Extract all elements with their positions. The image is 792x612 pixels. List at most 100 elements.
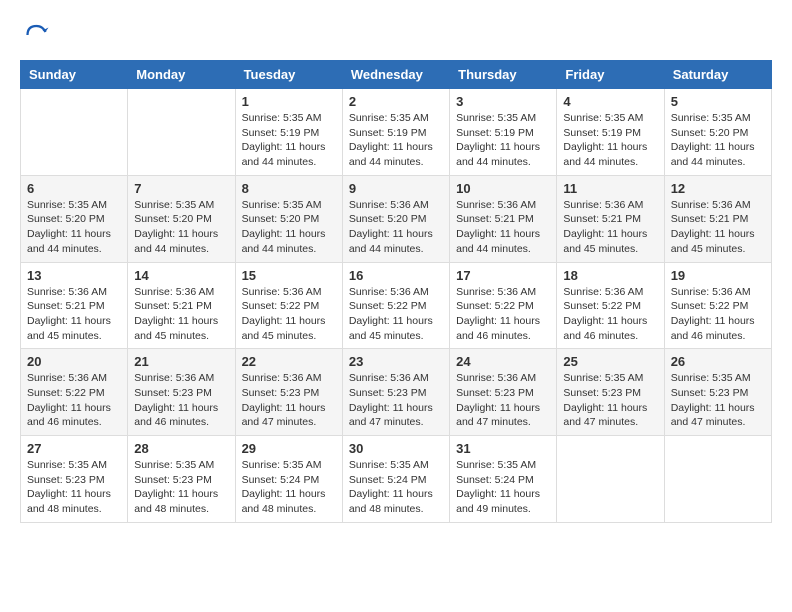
day-info: Sunrise: 5:35 AM Sunset: 5:23 PM Dayligh… [134,458,228,517]
calendar-week-row: 6 Sunrise: 5:35 AM Sunset: 5:20 PM Daylig… [21,175,772,262]
calendar-cell: 8 Sunrise: 5:35 AM Sunset: 5:20 PM Daylig… [235,175,342,262]
day-info: Sunrise: 5:36 AM Sunset: 5:23 PM Dayligh… [134,371,228,430]
calendar-cell: 28 Sunrise: 5:35 AM Sunset: 5:23 PM Dayli… [128,436,235,523]
day-number: 6 [27,181,121,196]
day-number: 12 [671,181,765,196]
day-number: 1 [242,94,336,109]
day-info: Sunrise: 5:36 AM Sunset: 5:22 PM Dayligh… [671,285,765,344]
day-number: 18 [563,268,657,283]
weekday-header-wednesday: Wednesday [342,61,449,89]
calendar-cell: 9 Sunrise: 5:36 AM Sunset: 5:20 PM Daylig… [342,175,449,262]
page-header [20,20,772,50]
calendar-cell: 6 Sunrise: 5:35 AM Sunset: 5:20 PM Daylig… [21,175,128,262]
day-info: Sunrise: 5:35 AM Sunset: 5:23 PM Dayligh… [27,458,121,517]
weekday-header-friday: Friday [557,61,664,89]
day-info: Sunrise: 5:35 AM Sunset: 5:24 PM Dayligh… [456,458,550,517]
day-info: Sunrise: 5:35 AM Sunset: 5:19 PM Dayligh… [242,111,336,170]
logo [20,20,54,50]
calendar-header-row: SundayMondayTuesdayWednesdayThursdayFrid… [21,61,772,89]
day-info: Sunrise: 5:36 AM Sunset: 5:21 PM Dayligh… [456,198,550,257]
day-number: 11 [563,181,657,196]
calendar-cell: 18 Sunrise: 5:36 AM Sunset: 5:22 PM Dayli… [557,262,664,349]
day-info: Sunrise: 5:36 AM Sunset: 5:21 PM Dayligh… [27,285,121,344]
calendar-cell: 21 Sunrise: 5:36 AM Sunset: 5:23 PM Dayli… [128,349,235,436]
day-number: 17 [456,268,550,283]
day-number: 16 [349,268,443,283]
calendar-cell: 13 Sunrise: 5:36 AM Sunset: 5:21 PM Dayli… [21,262,128,349]
day-info: Sunrise: 5:35 AM Sunset: 5:20 PM Dayligh… [134,198,228,257]
day-number: 14 [134,268,228,283]
day-info: Sunrise: 5:36 AM Sunset: 5:22 PM Dayligh… [349,285,443,344]
calendar-cell [557,436,664,523]
day-info: Sunrise: 5:35 AM Sunset: 5:19 PM Dayligh… [349,111,443,170]
day-number: 9 [349,181,443,196]
weekday-header-monday: Monday [128,61,235,89]
day-info: Sunrise: 5:36 AM Sunset: 5:23 PM Dayligh… [349,371,443,430]
day-info: Sunrise: 5:36 AM Sunset: 5:22 PM Dayligh… [456,285,550,344]
day-info: Sunrise: 5:35 AM Sunset: 5:19 PM Dayligh… [563,111,657,170]
calendar-week-row: 20Sunrise: 5:36 AM Sunset: 5:22 PM Dayli… [21,349,772,436]
weekday-header-saturday: Saturday [664,61,771,89]
calendar-cell: 3Sunrise: 5:35 AM Sunset: 5:19 PM Daylig… [450,89,557,176]
calendar-cell: 2 Sunrise: 5:35 AM Sunset: 5:19 PM Daylig… [342,89,449,176]
day-number: 2 [349,94,443,109]
calendar-cell: 4 Sunrise: 5:35 AM Sunset: 5:19 PM Daylig… [557,89,664,176]
weekday-header-thursday: Thursday [450,61,557,89]
day-number: 19 [671,268,765,283]
day-number: 22 [242,354,336,369]
day-info: Sunrise: 5:35 AM Sunset: 5:20 PM Dayligh… [27,198,121,257]
weekday-header-tuesday: Tuesday [235,61,342,89]
calendar-cell: 16 Sunrise: 5:36 AM Sunset: 5:22 PM Dayli… [342,262,449,349]
calendar-cell: 22Sunrise: 5:36 AM Sunset: 5:23 PM Dayli… [235,349,342,436]
day-number: 27 [27,441,121,456]
day-number: 20 [27,354,121,369]
calendar-cell: 19 Sunrise: 5:36 AM Sunset: 5:22 PM Dayli… [664,262,771,349]
calendar-cell: 31Sunrise: 5:35 AM Sunset: 5:24 PM Dayli… [450,436,557,523]
weekday-header-sunday: Sunday [21,61,128,89]
calendar-cell [128,89,235,176]
day-info: Sunrise: 5:36 AM Sunset: 5:21 PM Dayligh… [134,285,228,344]
day-info: Sunrise: 5:35 AM Sunset: 5:20 PM Dayligh… [671,111,765,170]
calendar-cell: 26Sunrise: 5:35 AM Sunset: 5:23 PM Dayli… [664,349,771,436]
calendar-cell: 14 Sunrise: 5:36 AM Sunset: 5:21 PM Dayli… [128,262,235,349]
day-info: Sunrise: 5:36 AM Sunset: 5:22 PM Dayligh… [563,285,657,344]
day-info: Sunrise: 5:35 AM Sunset: 5:24 PM Dayligh… [242,458,336,517]
calendar-week-row: 27 Sunrise: 5:35 AM Sunset: 5:23 PM Dayli… [21,436,772,523]
calendar-cell: 7 Sunrise: 5:35 AM Sunset: 5:20 PM Daylig… [128,175,235,262]
calendar-cell: 23 Sunrise: 5:36 AM Sunset: 5:23 PM Dayli… [342,349,449,436]
day-number: 15 [242,268,336,283]
calendar-cell: 12 Sunrise: 5:36 AM Sunset: 5:21 PM Dayli… [664,175,771,262]
day-info: Sunrise: 5:36 AM Sunset: 5:21 PM Dayligh… [671,198,765,257]
day-number: 4 [563,94,657,109]
day-info: Sunrise: 5:36 AM Sunset: 5:20 PM Dayligh… [349,198,443,257]
logo-icon [20,20,50,50]
day-number: 30 [349,441,443,456]
day-info: Sunrise: 5:35 AM Sunset: 5:23 PM Dayligh… [563,371,657,430]
calendar-cell: 24 Sunrise: 5:36 AM Sunset: 5:23 PM Dayli… [450,349,557,436]
day-number: 13 [27,268,121,283]
calendar-cell: 10Sunrise: 5:36 AM Sunset: 5:21 PM Dayli… [450,175,557,262]
calendar-cell: 11Sunrise: 5:36 AM Sunset: 5:21 PM Dayli… [557,175,664,262]
day-number: 21 [134,354,228,369]
day-number: 7 [134,181,228,196]
day-info: Sunrise: 5:35 AM Sunset: 5:20 PM Dayligh… [242,198,336,257]
calendar-cell: 1 Sunrise: 5:35 AM Sunset: 5:19 PM Daylig… [235,89,342,176]
day-number: 24 [456,354,550,369]
day-number: 29 [242,441,336,456]
day-info: Sunrise: 5:36 AM Sunset: 5:23 PM Dayligh… [456,371,550,430]
calendar-week-row: 1 Sunrise: 5:35 AM Sunset: 5:19 PM Daylig… [21,89,772,176]
calendar-cell [664,436,771,523]
day-number: 23 [349,354,443,369]
day-number: 26 [671,354,765,369]
calendar-cell: 25 Sunrise: 5:35 AM Sunset: 5:23 PM Dayli… [557,349,664,436]
calendar-cell: 20Sunrise: 5:36 AM Sunset: 5:22 PM Dayli… [21,349,128,436]
calendar-cell: 5Sunrise: 5:35 AM Sunset: 5:20 PM Daylig… [664,89,771,176]
calendar-week-row: 13 Sunrise: 5:36 AM Sunset: 5:21 PM Dayli… [21,262,772,349]
day-number: 8 [242,181,336,196]
day-info: Sunrise: 5:35 AM Sunset: 5:24 PM Dayligh… [349,458,443,517]
day-number: 28 [134,441,228,456]
day-info: Sunrise: 5:36 AM Sunset: 5:22 PM Dayligh… [242,285,336,344]
calendar-cell: 29 Sunrise: 5:35 AM Sunset: 5:24 PM Dayli… [235,436,342,523]
day-info: Sunrise: 5:35 AM Sunset: 5:19 PM Dayligh… [456,111,550,170]
day-number: 25 [563,354,657,369]
